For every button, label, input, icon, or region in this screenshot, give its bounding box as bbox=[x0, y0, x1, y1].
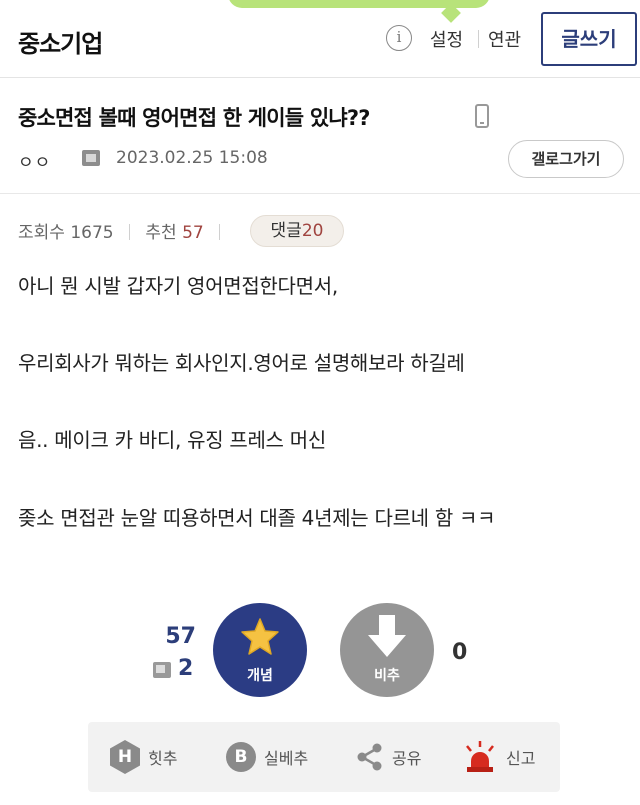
down-vote-count: 0 bbox=[452, 640, 468, 665]
related-link[interactable]: 연관 bbox=[488, 26, 521, 52]
post-date: 2023.02.25 15:08 bbox=[116, 148, 268, 168]
header-divider bbox=[478, 30, 479, 48]
mobile-phone-icon bbox=[475, 104, 489, 128]
write-button[interactable]: 글쓰기 bbox=[541, 12, 637, 66]
best-label: 실베추 bbox=[264, 749, 309, 768]
best-icon: B bbox=[226, 742, 256, 772]
upvote-label: 개념 bbox=[247, 668, 273, 684]
author-name[interactable]: ㅇㅇ bbox=[18, 148, 51, 173]
post-body-line: 아니 뭔 시발 갑자기 영어면접한다면서, bbox=[18, 274, 338, 298]
report-label: 신고 bbox=[506, 749, 536, 768]
views-label: 조회수 bbox=[18, 223, 65, 243]
comment-count-button[interactable]: 댓글20 bbox=[250, 215, 344, 247]
recommend-label: 추천 bbox=[145, 223, 177, 243]
stats-divider bbox=[219, 224, 221, 240]
fixed-vote-count: 2 bbox=[178, 656, 194, 681]
downvote-button[interactable]: 비추 bbox=[340, 603, 434, 697]
comments-count: 20 bbox=[301, 221, 324, 241]
gallog-button[interactable]: 갤로그가기 bbox=[508, 140, 624, 178]
share-button[interactable]: 공유 bbox=[354, 722, 421, 792]
recommend-count: 57 bbox=[182, 223, 204, 243]
downvote-label: 비추 bbox=[374, 668, 400, 684]
best-recommend-button[interactable]: B 실베추 bbox=[226, 722, 308, 792]
settings-link[interactable]: 설정 bbox=[430, 26, 463, 52]
fixed-nick-icon bbox=[153, 662, 171, 678]
gallery-title[interactable]: 중소기업 bbox=[18, 24, 103, 59]
post-body-line: 우리회사가 뭐하는 회사인지.영어로 설명해보라 하길레 bbox=[18, 351, 465, 375]
share-icon bbox=[357, 743, 382, 771]
upvote-button[interactable]: 개념 bbox=[213, 603, 307, 697]
star-icon bbox=[241, 618, 279, 655]
gallery-header: 중소기업 i 설정 연관 글쓰기 bbox=[0, 0, 640, 78]
info-icon[interactable]: i bbox=[386, 25, 412, 51]
down-arrow-icon bbox=[368, 615, 406, 657]
post-body-line: 음.. 메이크 카 바디, 유징 프레스 머신 bbox=[18, 428, 326, 452]
report-button[interactable]: 신고 bbox=[462, 722, 535, 792]
hit-label: 힛추 bbox=[148, 749, 178, 768]
up-vote-count-box: 57 bbox=[160, 624, 196, 649]
post-stats: 조회수 1675 추천 57 bbox=[18, 218, 230, 243]
up-vote-count: 57 bbox=[165, 624, 196, 649]
post-title: 중소면접 볼때 영어면접 한 게이들 있냐?? bbox=[18, 106, 370, 130]
hit-recommend-button[interactable]: H 힛추 bbox=[110, 722, 177, 792]
views-count: 1675 bbox=[70, 223, 114, 243]
fixed-nick-icon bbox=[82, 150, 100, 166]
post-action-bar: H 힛추 B 실베추 공유 신고 bbox=[88, 722, 560, 792]
share-label: 공유 bbox=[392, 749, 422, 768]
comments-label: 댓글 bbox=[270, 221, 302, 241]
siren-icon bbox=[466, 741, 494, 772]
meta-divider bbox=[0, 193, 640, 194]
stats-divider bbox=[129, 224, 130, 240]
post-body-line: 좆소 면접관 눈알 띠용하면서 대졸 4년제는 다르네 함 ㅋㅋ bbox=[18, 506, 496, 530]
hit-icon: H bbox=[110, 740, 140, 774]
